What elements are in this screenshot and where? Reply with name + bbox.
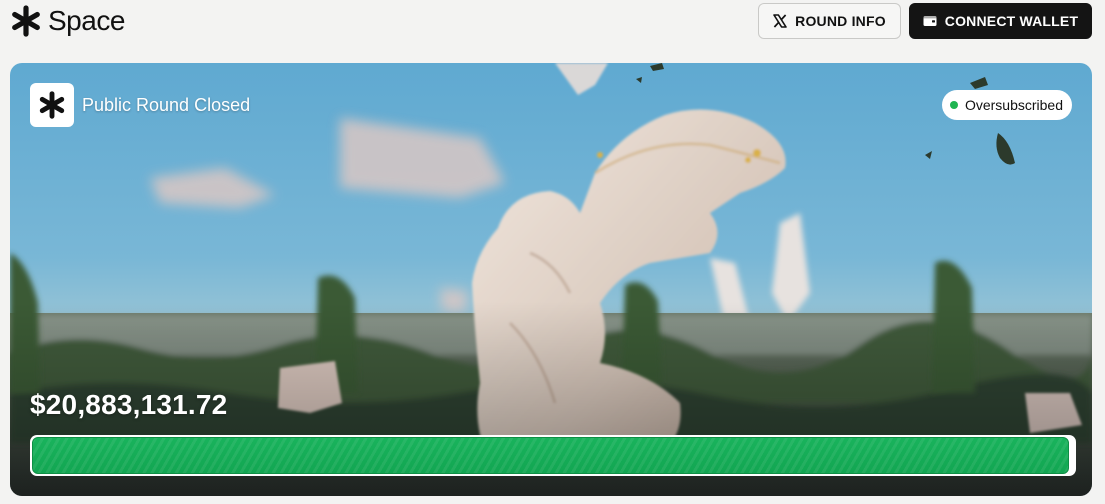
x-logo-icon [773,14,787,28]
status-label: Oversubscribed [964,97,1063,113]
brand[interactable]: Space [10,3,125,39]
funding-progress-bar [30,435,1076,476]
round-status-header: Public Round Closed [30,83,250,127]
status-badge: Oversubscribed [941,90,1072,120]
hero-shade [10,63,1092,496]
amount-raised: $20,883,131.72 [30,389,228,420]
connect-wallet-label: CONNECT WALLET [944,13,1079,29]
connect-wallet-button[interactable]: CONNECT WALLET [909,3,1092,39]
asterisk-logo-icon [12,5,40,37]
round-hero-card: Public Round Closed Oversubscribed $20,8… [10,63,1092,496]
status-dot [949,101,958,109]
asterisk-logo-icon [39,91,65,119]
round-logo [30,83,74,127]
round-title: Public Round Closed [82,94,251,115]
round-info-label: ROUND INFO [795,13,886,29]
top-bar: Space ROUND INFO CONNECT WALLET [0,0,1105,44]
wallet-icon [923,16,937,26]
funding-progress-fill [32,437,1069,474]
brand-name: Space [48,5,125,36]
round-info-button[interactable]: ROUND INFO [758,3,901,39]
